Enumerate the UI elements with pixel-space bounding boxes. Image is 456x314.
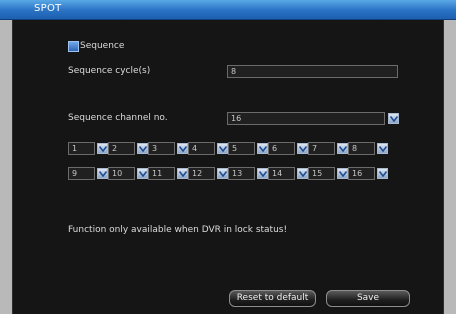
sequence-cycle-label: Sequence cycle(s) — [68, 66, 151, 76]
channel-value[interactable]: 1 — [68, 142, 95, 155]
channel-dropdown-button[interactable] — [177, 143, 188, 154]
chevron-down-icon — [339, 146, 347, 152]
channel-select-9[interactable]: 9 — [68, 167, 108, 180]
spot-window: SPOT Sequence Sequence cycle(s) 8 Sequen… — [0, 0, 456, 314]
channel-select-14[interactable]: 14 — [268, 167, 308, 180]
channel-value[interactable]: 15 — [308, 167, 335, 180]
channel-select-2[interactable]: 2 — [108, 142, 148, 155]
channel-dropdown-button[interactable] — [137, 143, 148, 154]
channel-value[interactable]: 10 — [108, 167, 135, 180]
lock-status-notice: Function only available when DVR in lock… — [68, 225, 288, 235]
channel-select-1[interactable]: 1 — [68, 142, 108, 155]
channel-select-5[interactable]: 5 — [228, 142, 268, 155]
chevron-down-icon — [390, 116, 398, 122]
channel-value[interactable]: 3 — [148, 142, 175, 155]
channel-dropdown-button[interactable] — [297, 143, 308, 154]
channel-value[interactable]: 6 — [268, 142, 295, 155]
channel-dropdown-button[interactable] — [337, 143, 348, 154]
window-title: SPOT — [34, 3, 62, 14]
settings-panel: Sequence Sequence cycle(s) 8 Sequence ch… — [12, 20, 444, 314]
sequence-checkbox[interactable] — [68, 41, 79, 52]
channel-dropdown-button[interactable] — [377, 168, 388, 179]
channel-select-16[interactable]: 16 — [348, 167, 388, 180]
channel-value[interactable]: 7 — [308, 142, 335, 155]
channel-select-11[interactable]: 11 — [148, 167, 188, 180]
sequence-channel-label: Sequence channel no. — [68, 113, 168, 123]
channel-value[interactable]: 16 — [348, 167, 375, 180]
chevron-down-icon — [219, 171, 227, 177]
channel-dropdown-button[interactable] — [257, 168, 268, 179]
reset-to-default-button[interactable]: Reset to default — [229, 290, 316, 307]
title-bar: SPOT — [0, 0, 456, 20]
channel-dropdown-button[interactable] — [217, 168, 228, 179]
channel-value[interactable]: 9 — [68, 167, 95, 180]
chevron-down-icon — [219, 146, 227, 152]
channel-dropdown-button[interactable] — [97, 168, 108, 179]
channel-select-13[interactable]: 13 — [228, 167, 268, 180]
channel-select-4[interactable]: 4 — [188, 142, 228, 155]
chevron-down-icon — [179, 146, 187, 152]
channel-select-8[interactable]: 8 — [348, 142, 388, 155]
chevron-down-icon — [99, 171, 107, 177]
channel-select-15[interactable]: 15 — [308, 167, 348, 180]
channel-select-10[interactable]: 10 — [108, 167, 148, 180]
channel-select-12[interactable]: 12 — [188, 167, 228, 180]
channel-dropdown-button[interactable] — [337, 168, 348, 179]
channel-select-3[interactable]: 3 — [148, 142, 188, 155]
chevron-down-icon — [299, 146, 307, 152]
channel-value[interactable]: 12 — [188, 167, 215, 180]
channel-dropdown-button[interactable] — [97, 143, 108, 154]
channel-value[interactable]: 11 — [148, 167, 175, 180]
channel-value[interactable]: 8 — [348, 142, 375, 155]
sequence-checkbox-label: Sequence — [80, 41, 125, 51]
channel-dropdown-button[interactable] — [257, 143, 268, 154]
channel-select-6[interactable]: 6 — [268, 142, 308, 155]
channel-value[interactable]: 2 — [108, 142, 135, 155]
chevron-down-icon — [259, 171, 267, 177]
sequence-cycle-input[interactable]: 8 — [227, 65, 398, 78]
channel-dropdown-button[interactable] — [377, 143, 388, 154]
save-button[interactable]: Save — [326, 290, 410, 307]
chevron-down-icon — [139, 171, 147, 177]
chevron-down-icon — [139, 146, 147, 152]
channel-value[interactable]: 14 — [268, 167, 295, 180]
channel-value[interactable]: 13 — [228, 167, 255, 180]
chevron-down-icon — [299, 171, 307, 177]
channel-value[interactable]: 5 — [228, 142, 255, 155]
channel-dropdown-button[interactable] — [137, 168, 148, 179]
chevron-down-icon — [379, 171, 387, 177]
chevron-down-icon — [99, 146, 107, 152]
channel-value[interactable]: 4 — [188, 142, 215, 155]
channel-dropdown-button[interactable] — [177, 168, 188, 179]
chevron-down-icon — [379, 146, 387, 152]
sequence-channel-select[interactable]: 16 — [227, 112, 385, 125]
channel-dropdown-button[interactable] — [217, 143, 228, 154]
channel-select-7[interactable]: 7 — [308, 142, 348, 155]
chevron-down-icon — [339, 171, 347, 177]
sequence-channel-dropdown-button[interactable] — [388, 113, 399, 124]
chevron-down-icon — [179, 171, 187, 177]
chevron-down-icon — [259, 146, 267, 152]
channel-dropdown-button[interactable] — [297, 168, 308, 179]
